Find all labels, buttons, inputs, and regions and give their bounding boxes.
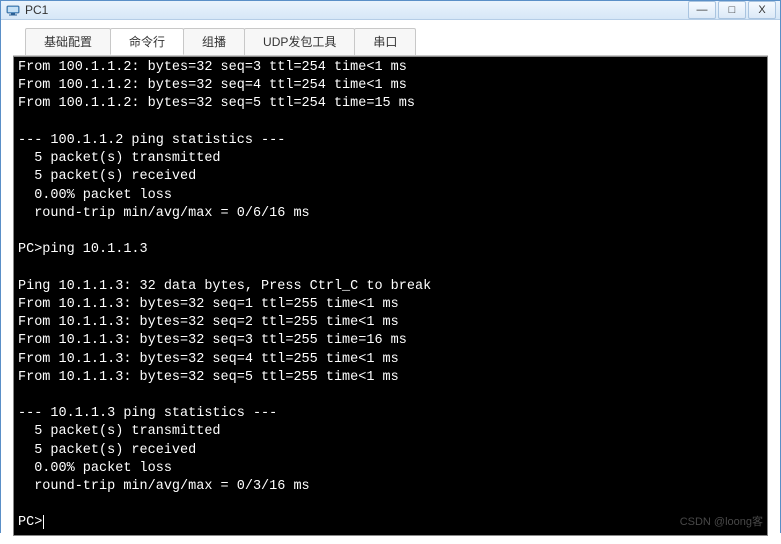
terminal-output[interactable]: From 100.1.1.2: bytes=32 seq=3 ttl=254 t… <box>13 56 768 536</box>
terminal-line: From 10.1.1.3: bytes=32 seq=3 ttl=255 ti… <box>18 332 763 350</box>
terminal-line: 5 packet(s) received <box>18 442 763 460</box>
terminal-line: 5 packet(s) transmitted <box>18 150 763 168</box>
window-controls: — □ X <box>688 1 776 19</box>
content-area: 基础配置 命令行 组播 UDP发包工具 串口 From 100.1.1.2: b… <box>1 20 780 544</box>
terminal-line: From 10.1.1.3: bytes=32 seq=1 ttl=255 ti… <box>18 296 763 314</box>
tab-multicast[interactable]: 组播 <box>183 28 245 55</box>
tab-udp-tool[interactable]: UDP发包工具 <box>244 28 355 55</box>
window-title: PC1 <box>25 3 688 17</box>
terminal-line <box>18 114 763 132</box>
terminal-prompt[interactable]: PC> <box>18 514 763 532</box>
terminal-line: From 100.1.1.2: bytes=32 seq=3 ttl=254 t… <box>18 59 763 77</box>
terminal-line: 5 packet(s) received <box>18 168 763 186</box>
terminal-line: From 100.1.1.2: bytes=32 seq=4 ttl=254 t… <box>18 77 763 95</box>
terminal-line: From 10.1.1.3: bytes=32 seq=2 ttl=255 ti… <box>18 314 763 332</box>
terminal-line: From 10.1.1.3: bytes=32 seq=4 ttl=255 ti… <box>18 351 763 369</box>
minimize-button[interactable]: — <box>688 1 716 19</box>
terminal-line: 0.00% packet loss <box>18 187 763 205</box>
terminal-line: PC>ping 10.1.1.3 <box>18 241 763 259</box>
terminal-line: From 10.1.1.3: bytes=32 seq=5 ttl=255 ti… <box>18 369 763 387</box>
terminal-line <box>18 259 763 277</box>
terminal-line: round-trip min/avg/max = 0/6/16 ms <box>18 205 763 223</box>
terminal-line: round-trip min/avg/max = 0/3/16 ms <box>18 478 763 496</box>
tab-bar: 基础配置 命令行 组播 UDP发包工具 串口 <box>13 22 768 56</box>
close-button[interactable]: X <box>748 1 776 19</box>
terminal-line: --- 100.1.1.2 ping statistics --- <box>18 132 763 150</box>
terminal-line <box>18 496 763 514</box>
terminal-line: Ping 10.1.1.3: 32 data bytes, Press Ctrl… <box>18 278 763 296</box>
app-window: PC1 — □ X 基础配置 命令行 组播 UDP发包工具 串口 From 10… <box>0 0 781 533</box>
terminal-line: --- 10.1.1.3 ping statistics --- <box>18 405 763 423</box>
maximize-button[interactable]: □ <box>718 1 746 19</box>
terminal-line <box>18 387 763 405</box>
terminal-line <box>18 223 763 241</box>
tab-serial[interactable]: 串口 <box>354 28 416 55</box>
device-icon <box>5 2 21 18</box>
terminal-line: 5 packet(s) transmitted <box>18 423 763 441</box>
cursor <box>43 515 44 529</box>
tab-command-line[interactable]: 命令行 <box>110 28 184 55</box>
titlebar: PC1 — □ X <box>1 1 780 20</box>
terminal-line: 0.00% packet loss <box>18 460 763 478</box>
tab-basic-config[interactable]: 基础配置 <box>25 28 111 55</box>
terminal-line: From 100.1.1.2: bytes=32 seq=5 ttl=254 t… <box>18 95 763 113</box>
